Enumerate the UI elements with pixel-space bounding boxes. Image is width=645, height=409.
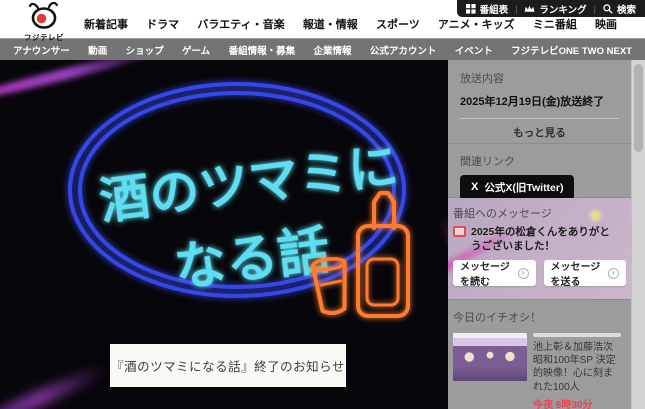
more-link[interactable]: もっと見る <box>460 119 619 140</box>
end-announcement-banner[interactable]: 『酒のツマミになる話』終了のお知らせ <box>110 344 346 387</box>
utility-bar: 番組表 | ランキング | 検索 <box>457 0 645 17</box>
sub-nav-item[interactable]: アナウンサー <box>13 43 70 57</box>
sub-nav: アナウンサー 動画 ショップ ゲーム 番組情報・募集 企業情報 公式アカウント イベント フジテ… <box>0 38 645 60</box>
featured-thumbnail <box>453 333 527 381</box>
grid-icon <box>466 4 476 14</box>
related-links-section: 関連リンク X 公式X(旧Twitter) <box>448 144 631 198</box>
purple-light-streak <box>0 360 112 409</box>
scrollbar-track[interactable] <box>631 60 645 409</box>
broadcast-section: 放送内容 2025年12月19日(金)放送終了 もっと見る <box>448 60 631 144</box>
send-message-button[interactable]: メッセージを送る › <box>544 260 627 286</box>
message-section: ★ 番組へのメッセージ 2025年の松倉くんをありがとうございました！ メッセー… <box>448 198 631 300</box>
crown-icon <box>524 4 535 13</box>
search-icon <box>603 4 613 14</box>
sidebar: 放送内容 2025年12月19日(金)放送終了 もっと見る 関連リンク X 公式… <box>448 60 631 409</box>
envelope-icon <box>453 226 466 237</box>
broadcast-date: 2025年12月19日(金)放送終了 <box>460 93 619 109</box>
featured-item[interactable]: 池上彰＆加藤浩次 昭和100年SP 決定的映像！心に刻まれた100人 今夜 6時… <box>453 333 621 409</box>
schedule-label: 番組表 <box>480 2 509 16</box>
hero-key-visual: 酒のツマミに なる話 『酒のツマミになる話』終了のお知らせ <box>0 60 448 409</box>
featured-section-title: 今日のイチオシ！ <box>453 309 621 325</box>
main-nav: 新着記事 ドラマ バラエティ・音楽 報道・情報 スポーツ アニメ・キッズ ミニ番組 映画 <box>84 16 617 32</box>
search-label: 検索 <box>617 2 636 16</box>
separator: | <box>594 4 596 14</box>
main-nav-item[interactable]: スポーツ <box>376 16 420 32</box>
message-buttons: メッセージを読む › メッセージを送る › <box>453 260 626 286</box>
main-nav-item[interactable]: アニメ・キッズ <box>438 16 515 32</box>
sub-nav-item[interactable]: ゲーム <box>182 43 210 57</box>
sub-nav-item[interactable]: フジテレビONE TWO NEXT <box>511 43 632 57</box>
official-x-label: 公式X(旧Twitter) <box>484 180 563 195</box>
chevron-down-icon[interactable] <box>614 232 624 242</box>
sub-nav-item[interactable]: 番組情報・募集 <box>229 43 296 57</box>
fujitv-logo-text: フジテレビ <box>16 32 72 43</box>
latest-message-row[interactable]: 2025年の松倉くんをありがとうございました！ <box>453 225 626 253</box>
divider <box>533 333 621 337</box>
main-nav-item[interactable]: ミニ番組 <box>533 16 577 32</box>
main-nav-item[interactable]: バラエティ・音楽 <box>197 16 284 32</box>
sub-nav-item[interactable]: イベント <box>455 43 493 57</box>
main-nav-item[interactable]: ドラマ <box>146 16 179 32</box>
ranking-label: ランキング <box>539 2 586 16</box>
separator: | <box>515 4 517 14</box>
featured-item-time: 今夜 6時30分 <box>533 396 621 409</box>
main-nav-item[interactable]: 新着記事 <box>84 16 128 32</box>
featured-section: 今日のイチオシ！ 池上彰＆加藤浩次 昭和100年SP 決定的映像！心に刻まれた1… <box>448 300 631 409</box>
schedule-button[interactable]: 番組表 <box>466 2 509 16</box>
circle-arrow-icon: › <box>608 268 619 279</box>
fujitv-program-page: フジテレビ 新着記事 ドラマ バラエティ・音楽 報道・情報 スポーツ アニメ・キッズ ミニ番… <box>0 0 645 409</box>
neon-title: 酒のツマミに なる話 <box>97 138 411 307</box>
latest-message-text: 2025年の松倉くんをありがとうございました！ <box>471 225 610 253</box>
related-links-title: 関連リンク <box>460 153 619 169</box>
ranking-button[interactable]: ランキング <box>524 2 586 16</box>
fujitv-eye-logo-icon <box>24 2 64 29</box>
sub-nav-item[interactable]: 動画 <box>88 43 107 57</box>
x-logo-icon: X <box>471 182 478 193</box>
main-nav-item[interactable]: 報道・情報 <box>303 16 358 32</box>
read-message-label: メッセージを読む <box>460 258 518 288</box>
sub-nav-item[interactable]: 公式アカウント <box>370 43 437 57</box>
sub-nav-item[interactable]: ショップ <box>126 43 164 57</box>
site-header: フジテレビ 新着記事ドラマバラエティ・音楽報道・情報スポーツアニメ・キッズミニ番… <box>0 0 645 38</box>
read-message-button[interactable]: メッセージを読む › <box>453 260 536 286</box>
main-nav-item[interactable]: 映画 <box>595 16 617 32</box>
sub-nav-item[interactable]: 企業情報 <box>313 43 351 57</box>
send-message-label: メッセージを送る <box>551 258 609 288</box>
fujitv-logo[interactable]: フジテレビ <box>16 2 72 43</box>
search-button[interactable]: 検索 <box>603 2 636 16</box>
featured-item-title: 池上彰＆加藤浩次 昭和100年SP 決定的映像！心に刻まれた100人 <box>533 341 621 394</box>
scrollbar-thumb[interactable] <box>634 64 643 152</box>
circle-arrow-icon: › <box>518 268 529 279</box>
broadcast-section-title: 放送内容 <box>460 70 619 86</box>
neon-title-line1: 酒のツマミに <box>97 138 402 230</box>
neon-sign-graphic: 酒のツマミに なる話 <box>0 60 448 360</box>
